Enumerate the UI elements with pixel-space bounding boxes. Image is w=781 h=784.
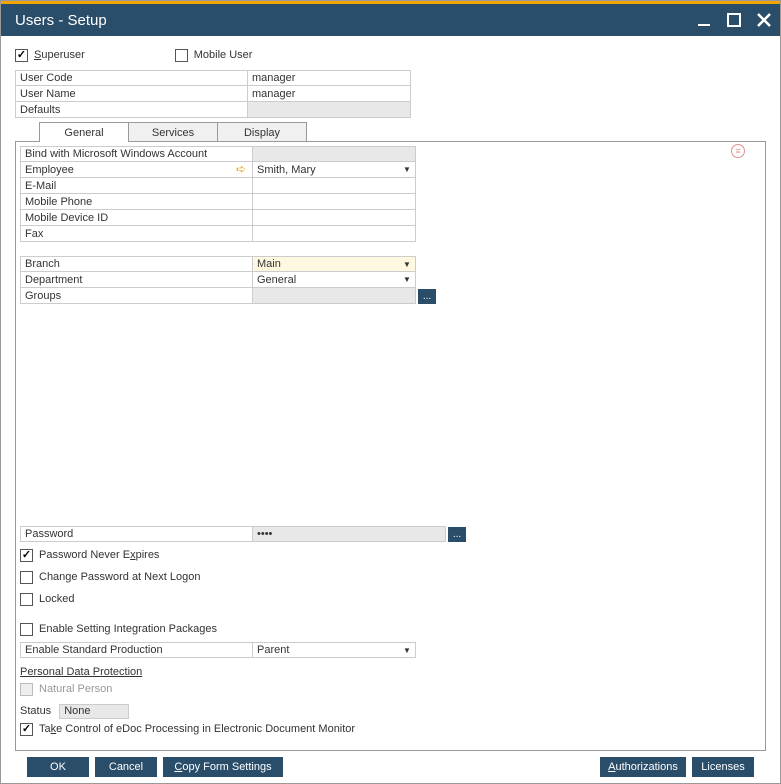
enable-integration-label: Enable Setting Integration Packages	[39, 623, 217, 635]
user-code-label: User Code	[15, 70, 247, 86]
mobile-user-checkbox[interactable]	[175, 49, 188, 62]
defaults-input[interactable]	[247, 102, 411, 118]
branch-select[interactable]: Main ▼	[252, 256, 416, 272]
minimize-icon[interactable]	[696, 12, 712, 28]
take-control-label: Take Control of eDoc Processing in Elect…	[39, 723, 355, 735]
user-code-input[interactable]: manager	[247, 70, 411, 86]
mobile-device-input[interactable]	[252, 210, 416, 226]
defaults-label: Defaults	[15, 102, 247, 118]
fax-input[interactable]	[252, 226, 416, 242]
natural-person-checkbox	[20, 683, 33, 696]
groups-input[interactable]	[252, 288, 416, 304]
chevron-down-icon: ▼	[401, 258, 413, 270]
superuser-label: Superuser	[34, 49, 85, 61]
maximize-icon[interactable]	[726, 12, 742, 28]
chevron-down-icon: ▼	[401, 644, 413, 656]
bind-label: Bind with Microsoft Windows Account	[20, 146, 252, 162]
bind-input[interactable]	[252, 146, 416, 162]
ok-button[interactable]: OK	[27, 757, 89, 777]
password-input[interactable]: ••••	[252, 526, 446, 542]
std-prod-label: Enable Standard Production	[20, 642, 252, 658]
pwd-never-expires-checkbox[interactable]	[20, 549, 33, 562]
employee-label: Employee ➪	[20, 162, 252, 178]
status-label: Status	[20, 705, 51, 717]
std-prod-select[interactable]: Parent ▼	[252, 642, 416, 658]
branch-label: Branch	[20, 256, 252, 272]
enable-integration-checkbox[interactable]	[20, 623, 33, 636]
locked-label: Locked	[39, 593, 74, 605]
tab-services[interactable]: Services	[128, 122, 218, 142]
pwd-never-expires-label: Password Never Expires	[39, 549, 159, 561]
general-panel: ≡ Bind with Microsoft Windows Account Em…	[15, 141, 766, 751]
email-input[interactable]	[252, 178, 416, 194]
close-icon[interactable]	[756, 12, 772, 28]
mobile-user-label: Mobile User	[194, 49, 253, 61]
pdp-heading[interactable]: Personal Data Protection	[20, 666, 755, 678]
user-name-label: User Name	[15, 86, 247, 102]
employee-select[interactable]: Smith, Mary ▼	[252, 162, 416, 178]
chevron-down-icon: ▼	[401, 163, 413, 175]
department-label: Department	[20, 272, 252, 288]
email-label: E-Mail	[20, 178, 252, 194]
user-name-input[interactable]: manager	[247, 86, 411, 102]
department-select[interactable]: General ▼	[252, 272, 416, 288]
tab-display[interactable]: Display	[217, 122, 307, 142]
chevron-down-icon: ▼	[401, 273, 413, 285]
groups-browse-button[interactable]: ...	[418, 289, 436, 304]
locked-checkbox[interactable]	[20, 593, 33, 606]
window-title: Users - Setup	[15, 12, 107, 29]
titlebar: Users - Setup	[1, 4, 780, 36]
copy-form-settings-button[interactable]: Copy Form Settings	[163, 757, 283, 777]
licenses-button[interactable]: Licenses	[692, 757, 754, 777]
password-label: Password	[20, 526, 252, 542]
status-value: None	[59, 704, 129, 719]
info-icon[interactable]: ≡	[731, 144, 745, 158]
superuser-checkbox[interactable]	[15, 49, 28, 62]
password-browse-button[interactable]: ...	[448, 527, 466, 542]
natural-person-label: Natural Person	[39, 683, 112, 695]
mobile-phone-input[interactable]	[252, 194, 416, 210]
link-arrow-icon[interactable]: ➪	[234, 163, 248, 175]
tab-general[interactable]: General	[39, 122, 129, 142]
authorizations-button[interactable]: Authorizations	[600, 757, 686, 777]
change-pwd-next-label: Change Password at Next Logon	[39, 571, 200, 583]
groups-label: Groups	[20, 288, 252, 304]
take-control-checkbox[interactable]	[20, 723, 33, 736]
cancel-button[interactable]: Cancel	[95, 757, 157, 777]
mobile-device-label: Mobile Device ID	[20, 210, 252, 226]
fax-label: Fax	[20, 226, 252, 242]
mobile-phone-label: Mobile Phone	[20, 194, 252, 210]
change-pwd-next-checkbox[interactable]	[20, 571, 33, 584]
